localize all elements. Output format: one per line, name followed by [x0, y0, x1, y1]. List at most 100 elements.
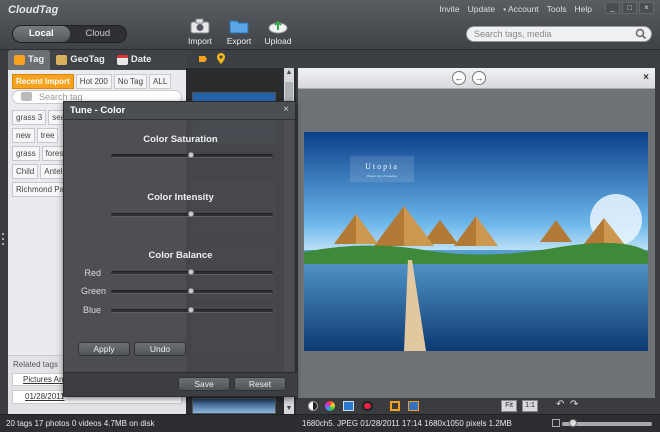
top-bar: CloudTag Local Cloud Import Export Uploa…: [0, 0, 660, 50]
panel-resize-handle[interactable]: [1, 232, 5, 246]
filter-no-tag[interactable]: No Tag: [113, 74, 148, 89]
undo-button[interactable]: Undo: [134, 342, 186, 356]
filter-all[interactable]: ALL: [149, 74, 172, 89]
menu-account[interactable]: • Account: [503, 4, 539, 14]
tag-item[interactable]: Child: [12, 164, 39, 179]
fit-button[interactable]: Fit: [501, 400, 517, 412]
window-controls: _ □ ×: [605, 2, 654, 14]
tag-icon: [14, 55, 25, 65]
save-button[interactable]: Save: [178, 377, 230, 391]
crop-icon[interactable]: [390, 401, 400, 411]
search-icon[interactable]: [635, 28, 647, 40]
slider-knob[interactable]: [188, 152, 194, 158]
map-icon: [56, 55, 68, 65]
status-bar: 20 tags 17 photos 0 videos 4.7MB on disk…: [0, 414, 660, 432]
menu-account-label: Account: [507, 4, 539, 14]
viewer-close-icon[interactable]: ×: [643, 72, 649, 83]
red-label: Red: [84, 268, 101, 278]
reset-button[interactable]: Reset: [234, 377, 286, 391]
tag-icon: [21, 92, 32, 101]
tag-item[interactable]: grass: [12, 146, 40, 161]
tag-edit-icon[interactable]: [198, 53, 208, 65]
top-menu: Invite Update • Account Tools Help: [439, 4, 592, 14]
frame-icon[interactable]: [408, 401, 419, 411]
slider-knob[interactable]: [188, 269, 194, 275]
green-slider[interactable]: [111, 288, 273, 294]
menu-tools[interactable]: Tools: [547, 4, 567, 14]
contrast-icon[interactable]: [308, 401, 318, 411]
close-button[interactable]: ×: [639, 2, 654, 14]
search-placeholder: Search tags, media: [474, 29, 552, 39]
camera-icon: [190, 18, 210, 34]
tab-geotag[interactable]: GeoTag: [50, 50, 111, 70]
export-label: Export: [226, 36, 252, 46]
menu-invite[interactable]: Invite: [439, 4, 459, 14]
cloud-upload-icon: [268, 20, 288, 34]
balance-heading: Color Balance: [148, 250, 213, 261]
rotate-left-icon[interactable]: ↶: [556, 399, 564, 410]
filter-recent-import[interactable]: Recent Import: [12, 74, 74, 89]
tag-item[interactable]: grass 3: [12, 110, 47, 125]
search-input[interactable]: Search tags, media: [466, 26, 652, 42]
photo-title-text: Utopia: [365, 162, 399, 171]
menu-update[interactable]: Update: [468, 4, 495, 14]
export-button[interactable]: Export: [222, 18, 256, 46]
dialog-close-icon[interactable]: ×: [283, 104, 289, 115]
scroll-down-icon[interactable]: ▼: [284, 404, 294, 414]
app-logo: CloudTag: [8, 4, 59, 16]
viewer-toolbar: Fit 1:1 ↶ ↷: [298, 398, 655, 414]
tag-item[interactable]: Richmond Pa: [12, 182, 69, 197]
zoom-knob[interactable]: [569, 419, 578, 427]
actual-size-button[interactable]: 1:1: [522, 400, 538, 412]
tag-item[interactable]: new: [12, 128, 35, 143]
maximize-button[interactable]: □: [622, 2, 637, 14]
cloud-tab[interactable]: Cloud: [70, 26, 127, 42]
photo-info: 1680ch5. JPEG 01/28/2011 17:14 1680x1050…: [302, 419, 512, 428]
thumbnail[interactable]: [192, 398, 276, 414]
import-button[interactable]: Import: [183, 18, 217, 46]
green-label: Green: [81, 286, 107, 296]
slider-knob[interactable]: [188, 211, 194, 217]
menu-help[interactable]: Help: [575, 4, 592, 14]
folder-icon: [229, 20, 249, 34]
rotate-right-icon[interactable]: ↷: [570, 399, 578, 410]
blue-slider[interactable]: [111, 307, 273, 313]
photo-image: Utopia Dream city of paradise: [304, 132, 648, 351]
tab-tag[interactable]: Tag: [8, 50, 51, 70]
image-adjust-icon[interactable]: [343, 401, 354, 411]
apply-button[interactable]: Apply: [78, 342, 130, 356]
intensity-slider[interactable]: [111, 211, 273, 217]
saturation-slider[interactable]: [111, 152, 273, 158]
intensity-heading: Color Intensity: [147, 192, 214, 203]
saturation-heading: Color Saturation: [143, 134, 218, 145]
main-photo[interactable]: Utopia Dream city of paradise: [304, 132, 648, 351]
secondary-toolbar: [186, 50, 660, 68]
prev-photo-button[interactable]: ←: [452, 71, 466, 85]
dialog-footer: Save Reset: [64, 372, 297, 396]
tab-tag-label: Tag: [28, 54, 45, 65]
tune-color-dialog: Tune - Color × Color Saturation Color In…: [63, 101, 297, 397]
local-tab[interactable]: Local: [13, 26, 70, 42]
red-slider[interactable]: [111, 269, 273, 275]
tab-date-label: Date: [130, 54, 152, 65]
filter-hot-200[interactable]: Hot 200: [75, 74, 112, 89]
photo-subtitle-text: Dream city of paradise: [367, 174, 397, 178]
tab-date[interactable]: Date: [111, 50, 158, 70]
zoom-out-icon[interactable]: [552, 419, 560, 427]
tag-filters: Recent Import Hot 200 No Tag ALL: [12, 74, 172, 89]
photo-viewer: ← → × Utopia Dream city of paradise Fit …: [298, 68, 655, 414]
color-tune-icon[interactable]: [325, 401, 335, 411]
scroll-up-icon[interactable]: ▲: [284, 68, 294, 78]
location-pin-icon[interactable]: [216, 52, 226, 65]
dialog-title: Tune - Color: [64, 102, 295, 120]
tag-item[interactable]: tree: [36, 128, 59, 143]
next-photo-button[interactable]: →: [472, 71, 486, 85]
library-summary: 20 tags 17 photos 0 videos 4.7MB on disk: [6, 419, 155, 428]
minimize-button[interactable]: _: [605, 2, 620, 14]
upload-button[interactable]: Upload: [261, 18, 295, 46]
zoom-slider[interactable]: [562, 419, 652, 427]
upload-label: Upload: [264, 36, 292, 46]
slider-knob[interactable]: [188, 307, 194, 313]
red-eye-icon[interactable]: [362, 401, 373, 411]
slider-knob[interactable]: [188, 288, 194, 294]
